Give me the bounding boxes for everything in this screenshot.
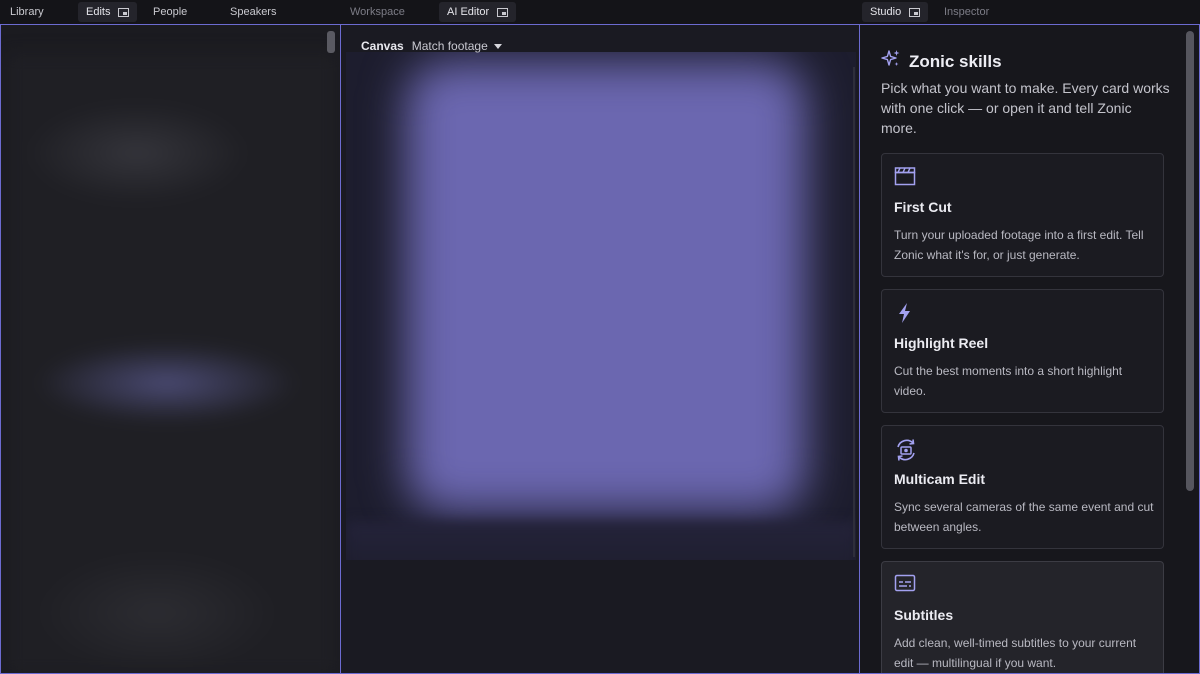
subtitles-icon (894, 574, 918, 598)
tab-speakers[interactable]: Speakers (222, 2, 284, 22)
skill-description: Sync several cameras of the same event a… (894, 500, 1154, 534)
edits-list-blurred (7, 53, 337, 673)
pop-out-icon[interactable] (118, 7, 130, 17)
canvas-divider (853, 67, 855, 557)
pop-out-icon[interactable] (909, 7, 921, 17)
tab-inspector[interactable]: Inspector (936, 2, 997, 22)
tab-workspace[interactable]: Workspace (342, 2, 413, 22)
tab-label: Edits (86, 6, 111, 18)
skill-card-first-cut[interactable]: First Cut Turn your uploaded footage int… (881, 153, 1164, 277)
skills-scroll-area[interactable]: Zonic skills Pick what you want to make.… (860, 25, 1199, 673)
edits-panel (0, 24, 341, 674)
tab-label: People (153, 6, 188, 18)
tab-label: Workspace (350, 6, 405, 18)
skill-card-subtitles[interactable]: Subtitles Add clean, well-timed subtitle… (881, 561, 1164, 673)
canvas-title: Canvas (361, 39, 404, 53)
tab-studio[interactable]: Studio (862, 2, 929, 22)
skill-card-multicam-edit[interactable]: Multicam Edit Sync several cameras of th… (881, 425, 1164, 549)
video-preview-blurred (406, 62, 806, 512)
skill-card-highlight-reel[interactable]: Highlight Reel Cut the best moments into… (881, 289, 1164, 413)
top-tab-bar: Library Edits People Speakers Workspace … (0, 0, 1200, 24)
skill-name: Highlight Reel (894, 335, 989, 351)
chevron-down-icon (493, 43, 502, 49)
scrollbar-thumb[interactable] (327, 31, 335, 53)
tab-ai-editor[interactable]: AI Editor (439, 2, 517, 22)
tab-label: Inspector (944, 6, 990, 18)
skill-name: Multicam Edit (894, 471, 986, 487)
canvas-size-select[interactable]: Match footage (412, 39, 502, 53)
lightning-icon (894, 302, 918, 326)
skill-description: Turn your uploaded footage into a first … (894, 228, 1144, 262)
skill-name: Subtitles (894, 607, 954, 623)
canvas-shadow (346, 522, 856, 560)
scrollbar-thumb[interactable] (1186, 31, 1194, 491)
skills-header: Zonic skills (881, 49, 1002, 74)
clapperboard-icon (894, 166, 918, 190)
canvas-header: Canvas Match footage (361, 39, 502, 53)
tab-label: Library (10, 6, 44, 18)
pop-out-icon[interactable] (497, 7, 509, 17)
sparkles-icon (881, 49, 901, 74)
canvas-size-value: Match footage (411, 39, 488, 53)
tab-library[interactable]: Library (2, 2, 52, 22)
tab-people[interactable]: People (145, 2, 195, 22)
studio-panel: Zonic skills Pick what you want to make.… (859, 24, 1200, 674)
multicam-icon (894, 438, 918, 462)
skill-name: First Cut (894, 199, 952, 215)
skills-description: Pick what you want to make. Every card w… (881, 80, 1170, 136)
tab-edits[interactable]: Edits (78, 2, 138, 22)
ai-editor-panel: Canvas Match footage (340, 24, 860, 674)
skills-title: Zonic skills (909, 51, 1002, 71)
skill-description: Add clean, well-timed subtitles to your … (894, 636, 1137, 670)
video-canvas[interactable] (346, 52, 856, 560)
tab-label: Studio (870, 6, 902, 18)
tab-label: AI Editor (447, 6, 490, 18)
tab-label: Speakers (230, 6, 277, 18)
skill-description: Cut the best moments into a short highli… (894, 364, 1123, 398)
